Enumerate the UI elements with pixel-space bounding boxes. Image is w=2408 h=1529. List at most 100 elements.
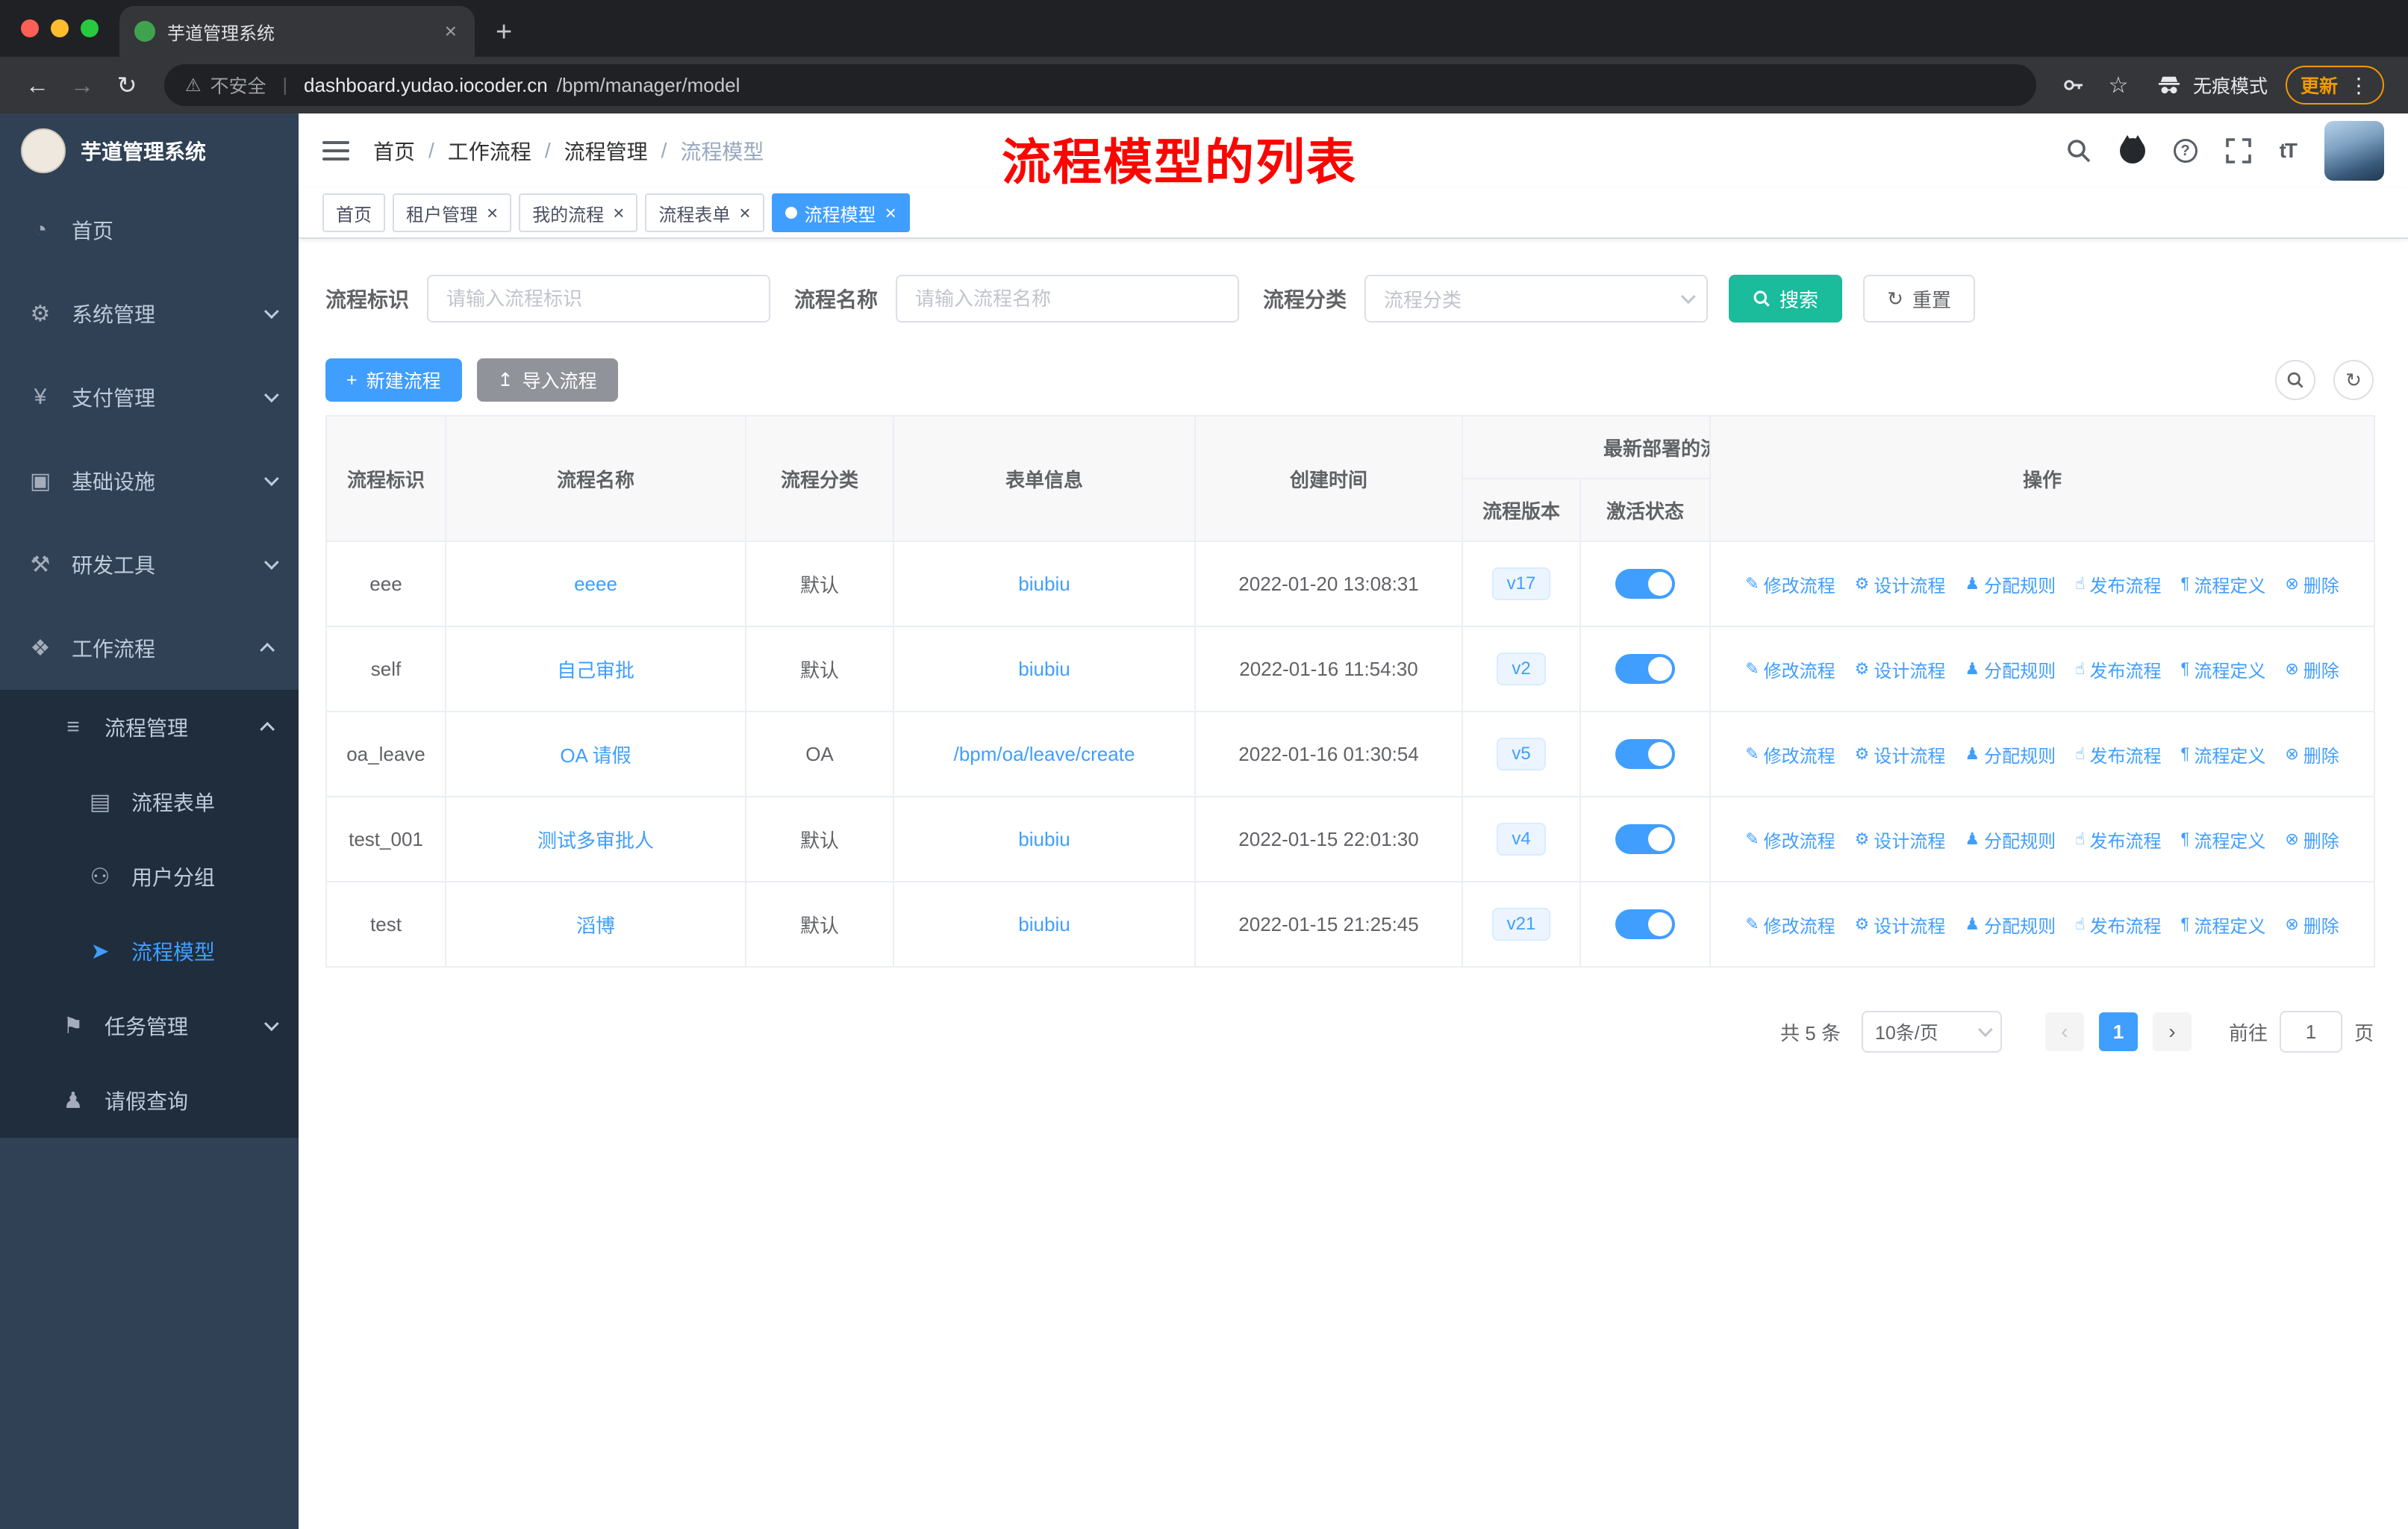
sidebar-item-process-mgmt[interactable]: ≡ 流程管理 <box>0 690 299 764</box>
minimize-window-icon[interactable] <box>51 19 69 37</box>
breadcrumb-item[interactable]: 工作流程 <box>448 136 531 166</box>
user-avatar[interactable] <box>2324 121 2384 181</box>
reload-button[interactable]: ↻ <box>107 71 146 99</box>
action-edit[interactable]: ✎ 修改流程 <box>1745 741 1835 767</box>
sidebar-item-process-model[interactable]: ➤ 流程模型 <box>0 914 299 988</box>
model-name-link[interactable]: 滔博 <box>576 915 615 937</box>
action-publish[interactable]: ☝ 发布流程 <box>2075 741 2161 767</box>
fullscreen-icon[interactable] <box>2225 138 2251 164</box>
address-bar[interactable]: ⚠ 不安全 | dashboard.yudao.iocoder.cn/bpm/m… <box>164 64 2036 106</box>
action-delete[interactable]: ⊗ 删除 <box>2285 571 2339 597</box>
action-definition[interactable]: ¶ 流程定义 <box>2181 656 2266 682</box>
action-publish[interactable]: ☝ 发布流程 <box>2075 826 2161 853</box>
action-design[interactable]: ⚙ 设计流程 <box>1855 656 1946 682</box>
view-tab[interactable]: 我的流程 × <box>519 193 638 232</box>
action-edit[interactable]: ✎ 修改流程 <box>1745 826 1835 853</box>
action-assign-rule[interactable]: ♟ 分配规则 <box>1965 656 2056 682</box>
page-size-select[interactable]: 10条/页 <box>1861 1011 2002 1053</box>
action-delete[interactable]: ⊗ 删除 <box>2285 912 2339 938</box>
form-info-link[interactable]: biubiu <box>1018 658 1070 680</box>
sidebar-item-workflow[interactable]: ❖ 工作流程 <box>0 606 299 690</box>
sidebar-item-home[interactable]: ◔ 首页 <box>0 188 299 272</box>
action-assign-rule[interactable]: ♟ 分配规则 <box>1965 826 2056 853</box>
browser-menu-icon[interactable]: ⋮ <box>2348 73 2369 98</box>
password-key-icon[interactable] <box>2054 73 2093 97</box>
breadcrumb-item[interactable]: 首页 <box>373 136 415 166</box>
active-toggle[interactable] <box>1615 739 1675 769</box>
sidebar-item-payment[interactable]: ¥ 支付管理 <box>0 355 299 439</box>
action-design[interactable]: ⚙ 设计流程 <box>1855 741 1946 767</box>
tab-close-icon[interactable]: × <box>613 203 624 222</box>
action-assign-rule[interactable]: ♟ 分配规则 <box>1965 571 2056 597</box>
action-delete[interactable]: ⊗ 删除 <box>2285 656 2339 682</box>
active-toggle[interactable] <box>1615 569 1675 599</box>
action-publish[interactable]: ☝ 发布流程 <box>2075 912 2161 938</box>
action-edit[interactable]: ✎ 修改流程 <box>1745 912 1835 938</box>
sidebar-item-devtools[interactable]: ⚒ 研发工具 <box>0 523 299 606</box>
sidebar-item-task-mgmt[interactable]: ⚑ 任务管理 <box>0 988 299 1063</box>
category-select[interactable]: 流程分类 <box>1364 275 1709 323</box>
action-publish[interactable]: ☝ 发布流程 <box>2075 656 2161 682</box>
back-button[interactable]: ← <box>18 72 57 99</box>
reset-button[interactable]: ↻ 重置 <box>1863 275 1975 323</box>
action-design[interactable]: ⚙ 设计流程 <box>1855 912 1946 938</box>
action-assign-rule[interactable]: ♟ 分配规则 <box>1965 741 2056 767</box>
sidebar-item-process-form[interactable]: ▤ 流程表单 <box>0 764 299 839</box>
process-name-input[interactable] <box>896 275 1240 323</box>
sidebar-item-system[interactable]: ⚙ 系统管理 <box>0 272 299 355</box>
model-name-link[interactable]: 自己审批 <box>557 659 634 682</box>
toggle-search-button[interactable] <box>2275 360 2315 400</box>
form-info-link[interactable]: /bpm/oa/leave/create <box>954 743 1135 765</box>
github-icon[interactable] <box>2119 135 2145 164</box>
model-name-link[interactable]: eeee <box>574 573 617 595</box>
refresh-table-button[interactable]: ↻ <box>2333 360 2374 400</box>
view-tab[interactable]: 流程模型 × <box>771 193 910 232</box>
action-delete[interactable]: ⊗ 删除 <box>2285 826 2339 853</box>
font-size-icon[interactable]: tT <box>2280 139 2298 163</box>
search-button[interactable]: 搜索 <box>1729 275 1843 323</box>
browser-tab[interactable]: 芋道管理系统 × <box>119 6 475 57</box>
sidebar-item-infrastructure[interactable]: ▣ 基础设施 <box>0 439 299 523</box>
active-toggle[interactable] <box>1615 654 1675 684</box>
import-process-button[interactable]: ↥ 导入流程 <box>476 358 618 402</box>
process-key-input[interactable] <box>427 275 771 323</box>
form-info-link[interactable]: biubiu <box>1018 573 1070 595</box>
update-button[interactable]: 更新 ⋮ <box>2285 66 2384 105</box>
view-tab[interactable]: 流程表单 × <box>645 193 764 232</box>
tab-close-icon[interactable]: × <box>487 203 498 222</box>
model-name-link[interactable]: OA 请假 <box>560 744 631 767</box>
action-design[interactable]: ⚙ 设计流程 <box>1855 826 1946 853</box>
bookmark-star-icon[interactable]: ☆ <box>2099 72 2138 99</box>
action-design[interactable]: ⚙ 设计流程 <box>1855 571 1946 597</box>
tab-close-icon[interactable]: × <box>442 19 460 43</box>
action-definition[interactable]: ¶ 流程定义 <box>2181 826 2266 853</box>
model-name-link[interactable]: 测试多审批人 <box>537 829 654 852</box>
action-delete[interactable]: ⊗ 删除 <box>2285 741 2339 767</box>
action-definition[interactable]: ¶ 流程定义 <box>2181 571 2266 597</box>
tab-close-icon[interactable]: × <box>739 203 750 222</box>
tab-close-icon[interactable]: × <box>885 203 896 222</box>
prev-page-button[interactable]: ‹ <box>2044 1012 2084 1051</box>
page-1-button[interactable]: 1 <box>2098 1012 2138 1051</box>
sidebar-item-user-group[interactable]: ⚇ 用户分组 <box>0 839 299 914</box>
view-tab[interactable]: 租户管理 × <box>393 193 512 232</box>
action-assign-rule[interactable]: ♟ 分配规则 <box>1965 912 2056 938</box>
action-edit[interactable]: ✎ 修改流程 <box>1745 571 1835 597</box>
active-toggle[interactable] <box>1615 824 1675 854</box>
search-icon[interactable] <box>2066 138 2092 164</box>
action-edit[interactable]: ✎ 修改流程 <box>1745 656 1835 682</box>
view-tab[interactable]: 首页 <box>322 193 385 232</box>
create-process-button[interactable]: + 新建流程 <box>325 358 462 402</box>
goto-page-input[interactable] <box>2279 1011 2342 1053</box>
action-publish[interactable]: ☝ 发布流程 <box>2075 571 2161 597</box>
next-page-button[interactable]: › <box>2152 1012 2192 1051</box>
help-icon[interactable]: ? <box>2173 139 2198 163</box>
active-toggle[interactable] <box>1615 909 1675 939</box>
incognito-badge[interactable]: 无痕模式 <box>2156 72 2268 99</box>
forward-button[interactable]: → <box>63 72 102 99</box>
breadcrumb-item[interactable]: 流程管理 <box>564 136 648 166</box>
action-definition[interactable]: ¶ 流程定义 <box>2181 741 2266 767</box>
close-window-icon[interactable] <box>21 19 39 37</box>
zoom-window-icon[interactable] <box>81 19 99 37</box>
form-info-link[interactable]: biubiu <box>1018 913 1070 935</box>
